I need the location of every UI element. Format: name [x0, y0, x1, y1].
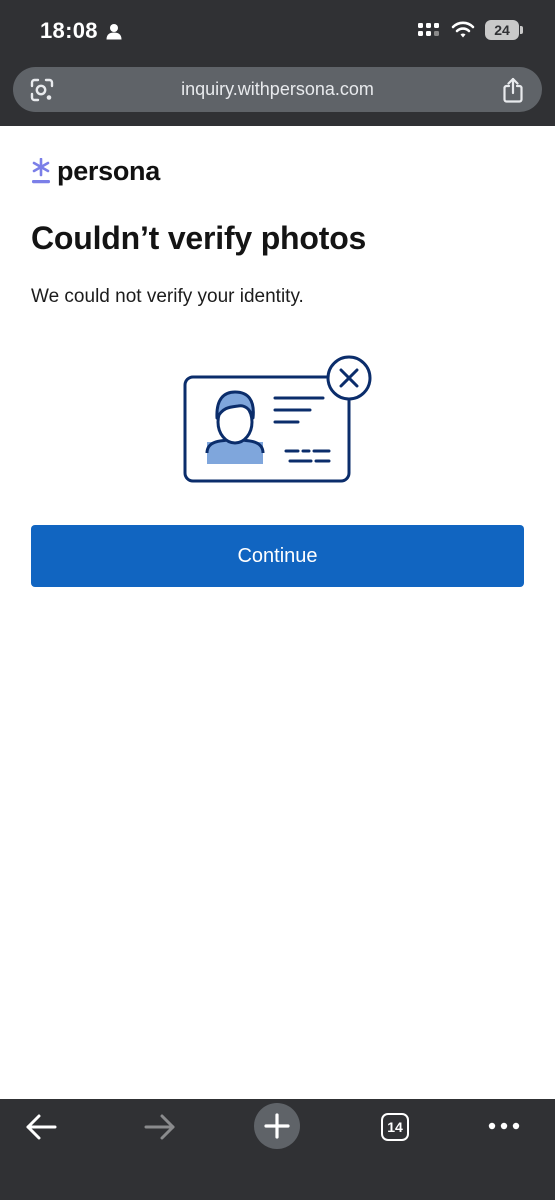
url-bar[interactable]: inquiry.withpersona.com	[13, 67, 542, 112]
persona-asterisk-icon	[32, 157, 50, 183]
brand-name: persona	[57, 156, 160, 186]
tab-count-text: 14	[387, 1119, 403, 1135]
url-text[interactable]: inquiry.withpersona.com	[13, 79, 542, 100]
browser-top-chrome: 18:08 24 inquiry.withpersona.com	[0, 0, 555, 126]
browser-bottom-toolbar: 14	[0, 1099, 555, 1200]
error-message: We could not verify your identity.	[31, 286, 304, 307]
id-card-icon	[183, 375, 351, 483]
continue-button[interactable]: Continue	[31, 525, 524, 587]
wifi-icon	[451, 21, 475, 38]
battery-icon: 24	[485, 20, 523, 40]
status-indicators: 24	[417, 20, 523, 40]
status-time: 18:08	[40, 18, 122, 44]
id-card-error-illustration	[183, 355, 372, 483]
status-bar: 18:08 24	[0, 0, 555, 62]
tab-switcher-icon[interactable]: 14	[381, 1113, 409, 1141]
more-menu-icon[interactable]	[486, 1116, 522, 1136]
share-icon[interactable]	[500, 76, 526, 104]
new-tab-plus-icon[interactable]	[253, 1102, 301, 1150]
person-icon	[106, 23, 122, 39]
forward-arrow-icon[interactable]	[143, 1112, 177, 1142]
brand-logo: persona	[31, 156, 160, 187]
back-arrow-icon[interactable]	[24, 1112, 58, 1142]
error-x-icon	[326, 355, 372, 401]
page-title: Couldn’t verify photos	[31, 220, 367, 256]
signal-icon	[418, 23, 439, 36]
battery-level: 24	[494, 22, 510, 38]
status-time-text: 18:08	[40, 18, 98, 43]
